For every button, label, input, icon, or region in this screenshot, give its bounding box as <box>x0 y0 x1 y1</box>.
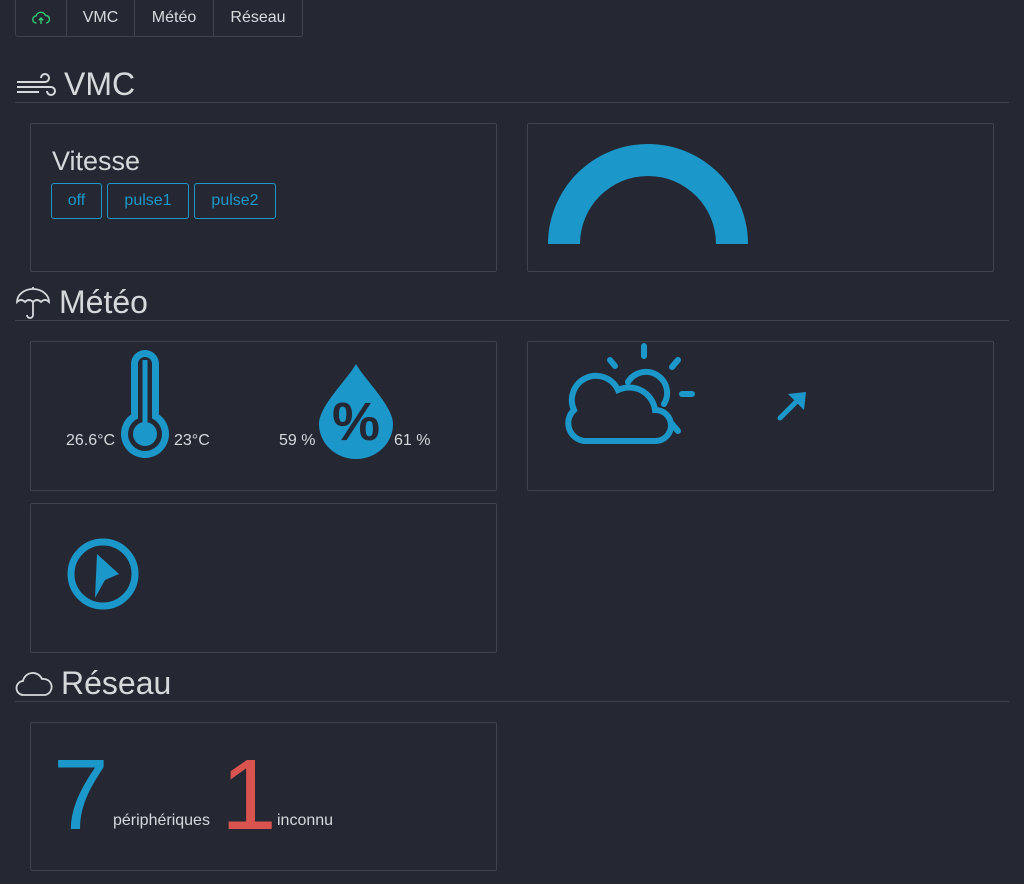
meteo-sensors-card: 26.6°C 23°C 59 % % 61 % <box>30 341 497 491</box>
speed-pulse2-button[interactable]: pulse2 <box>194 183 276 219</box>
nav-home[interactable] <box>16 0 66 36</box>
section-header-reseau: Réseau <box>15 663 1009 702</box>
section-header-vmc: VMC <box>15 64 1009 103</box>
temp-indoor: 23°C <box>174 432 210 449</box>
cloud-icon <box>15 672 53 696</box>
speed-pulse1-button[interactable]: pulse1 <box>107 183 189 219</box>
nav-vmc[interactable]: VMC <box>66 0 134 36</box>
speed-title: Vitesse <box>52 146 141 176</box>
humidity-indoor: 61 % <box>394 432 431 449</box>
section-title-reseau: Réseau <box>61 665 172 701</box>
section-title-vmc: VMC <box>64 66 136 102</box>
wind-icon <box>17 73 56 96</box>
unknown-count: 1 <box>221 739 277 851</box>
network-devices-card: 7 périphériques 1 inconnu <box>30 722 497 871</box>
meteo-wind-card <box>30 503 497 653</box>
devices-label: périphériques <box>113 812 210 829</box>
section-title-meteo: Météo <box>59 284 148 320</box>
section-header-meteo: Météo <box>15 282 1009 321</box>
humidity-drop-icon: % <box>319 364 393 459</box>
umbrella-icon <box>16 287 50 319</box>
compass-icon <box>67 538 139 610</box>
devices-count: 7 <box>53 739 109 851</box>
cloud-upload-icon <box>32 11 50 24</box>
arrow-up-right-icon <box>777 392 806 421</box>
temp-outdoor: 26.6°C <box>66 432 116 449</box>
unknown-label: inconnu <box>277 812 334 829</box>
nav-meteo[interactable]: Météo <box>134 0 213 36</box>
vmc-gauge-card <box>527 123 994 272</box>
speed-off-button[interactable]: off <box>51 183 102 219</box>
humidity-outdoor: 59 % <box>279 432 316 449</box>
meteo-weather-card <box>527 341 994 491</box>
svg-text:%: % <box>332 392 380 452</box>
nav-reseau[interactable]: Réseau <box>213 0 302 36</box>
top-nav: VMC Météo Réseau <box>15 0 303 37</box>
partly-cloudy-icon <box>565 343 695 444</box>
thermometer-icon <box>121 350 169 458</box>
speed-gauge <box>548 144 748 244</box>
vmc-speed-card: Vitesse off pulse1 pulse2 <box>30 123 497 272</box>
